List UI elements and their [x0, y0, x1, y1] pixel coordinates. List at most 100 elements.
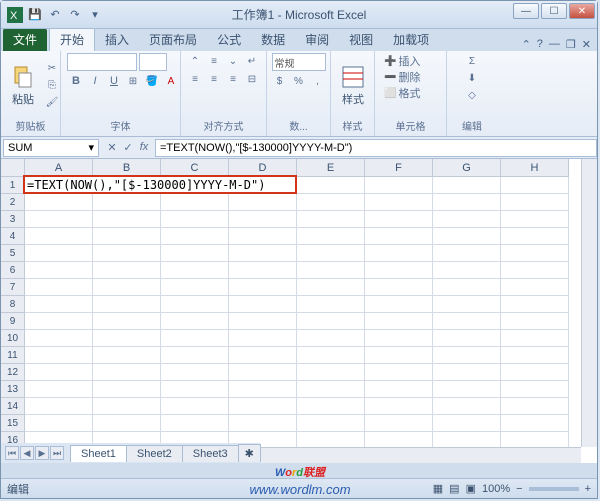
vertical-scrollbar[interactable]: [581, 159, 597, 447]
cell[interactable]: [93, 279, 161, 296]
row-header[interactable]: 5: [1, 245, 25, 262]
tab-page-layout[interactable]: 页面布局: [139, 28, 207, 51]
cell[interactable]: [297, 398, 365, 415]
border-button[interactable]: ⊞: [124, 73, 142, 89]
cell[interactable]: [501, 279, 569, 296]
cell[interactable]: [93, 262, 161, 279]
cell[interactable]: [161, 313, 229, 330]
cell[interactable]: [229, 211, 297, 228]
col-header[interactable]: G: [433, 159, 501, 177]
tab-formulas[interactable]: 公式: [207, 28, 251, 51]
cell[interactable]: [297, 415, 365, 432]
cell[interactable]: [25, 415, 93, 432]
zoom-level[interactable]: 100%: [482, 483, 510, 495]
cell[interactable]: [93, 313, 161, 330]
cell[interactable]: [229, 347, 297, 364]
cell[interactable]: [229, 245, 297, 262]
bold-button[interactable]: B: [67, 73, 85, 89]
clear-button[interactable]: ◇: [463, 87, 481, 103]
sheet-nav-first-icon[interactable]: ⏮: [5, 446, 19, 460]
insert-cells-button[interactable]: ➕插入: [381, 53, 423, 69]
comma-button[interactable]: ,: [309, 73, 327, 89]
zoom-slider[interactable]: [529, 487, 579, 491]
paste-button[interactable]: 粘贴: [7, 63, 39, 109]
align-middle-button[interactable]: ≡: [205, 53, 223, 69]
cell[interactable]: [93, 211, 161, 228]
cell[interactable]: [501, 330, 569, 347]
cell[interactable]: [433, 245, 501, 262]
cell[interactable]: [161, 296, 229, 313]
maximize-button[interactable]: ☐: [541, 3, 567, 19]
cell-A1[interactable]: =TEXT(NOW(),"[$-130000]YYYY-M-D"): [25, 177, 267, 194]
sheet-tab-2[interactable]: Sheet2: [126, 445, 183, 462]
cell[interactable]: [365, 211, 433, 228]
sheet-nav-prev-icon[interactable]: ◀: [20, 446, 34, 460]
cell[interactable]: [433, 313, 501, 330]
row-header[interactable]: 6: [1, 262, 25, 279]
cell[interactable]: [161, 364, 229, 381]
zoom-in-button[interactable]: +: [585, 483, 591, 495]
cell[interactable]: [161, 347, 229, 364]
cell[interactable]: [229, 330, 297, 347]
workbook-min-icon[interactable]: —: [549, 38, 560, 51]
cell[interactable]: [433, 177, 501, 194]
cell[interactable]: [501, 398, 569, 415]
cell[interactable]: [365, 262, 433, 279]
cell[interactable]: [501, 381, 569, 398]
row-header[interactable]: 4: [1, 228, 25, 245]
cell[interactable]: [433, 279, 501, 296]
cell[interactable]: [229, 279, 297, 296]
select-all-corner[interactable]: [1, 159, 25, 177]
cell[interactable]: [501, 364, 569, 381]
tab-home[interactable]: 开始: [49, 27, 95, 51]
cancel-formula-button[interactable]: ✕: [105, 141, 119, 154]
align-left-button[interactable]: ≡: [186, 71, 204, 87]
row-header[interactable]: 2: [1, 194, 25, 211]
cell[interactable]: [297, 296, 365, 313]
row-header[interactable]: 12: [1, 364, 25, 381]
wrap-text-button[interactable]: ↵: [243, 53, 261, 69]
italic-button[interactable]: I: [86, 73, 104, 89]
col-header[interactable]: B: [93, 159, 161, 177]
format-cells-button[interactable]: ⬜格式: [381, 85, 423, 101]
cell[interactable]: [25, 262, 93, 279]
row-header[interactable]: 3: [1, 211, 25, 228]
cell[interactable]: [501, 415, 569, 432]
cell[interactable]: [501, 194, 569, 211]
number-format-select[interactable]: [272, 53, 326, 71]
cell[interactable]: [161, 381, 229, 398]
cell[interactable]: [229, 262, 297, 279]
cell[interactable]: [229, 296, 297, 313]
cell[interactable]: [433, 194, 501, 211]
cell[interactable]: [229, 364, 297, 381]
cell[interactable]: [365, 177, 433, 194]
row-header[interactable]: 8: [1, 296, 25, 313]
tab-addins[interactable]: 加载项: [383, 28, 439, 51]
qat-dropdown-icon[interactable]: ▾: [87, 7, 103, 23]
row-header[interactable]: 14: [1, 398, 25, 415]
cell[interactable]: [365, 313, 433, 330]
cell[interactable]: [433, 262, 501, 279]
cell[interactable]: [93, 398, 161, 415]
row-header[interactable]: 13: [1, 381, 25, 398]
copy-button[interactable]: ⎘: [43, 78, 61, 94]
percent-button[interactable]: %: [290, 73, 308, 89]
delete-cells-button[interactable]: ➖删除: [381, 69, 423, 85]
col-header[interactable]: F: [365, 159, 433, 177]
cell[interactable]: [365, 398, 433, 415]
cell[interactable]: [161, 211, 229, 228]
cell[interactable]: [297, 228, 365, 245]
cell[interactable]: [297, 279, 365, 296]
sheet-nav-last-icon[interactable]: ⏭: [50, 446, 64, 460]
cell[interactable]: [161, 245, 229, 262]
cell[interactable]: [297, 381, 365, 398]
cells-area[interactable]: =TEXT(NOW(),"[$-130000]YYYY-M-D") for(le…: [25, 177, 581, 447]
workbook-restore-icon[interactable]: ❐: [566, 38, 576, 51]
workbook-close-icon[interactable]: ✕: [582, 38, 591, 51]
cell[interactable]: [25, 245, 93, 262]
cell[interactable]: [365, 245, 433, 262]
cell[interactable]: [501, 228, 569, 245]
font-size-select[interactable]: [139, 53, 167, 71]
cell[interactable]: [433, 330, 501, 347]
cell[interactable]: [501, 347, 569, 364]
